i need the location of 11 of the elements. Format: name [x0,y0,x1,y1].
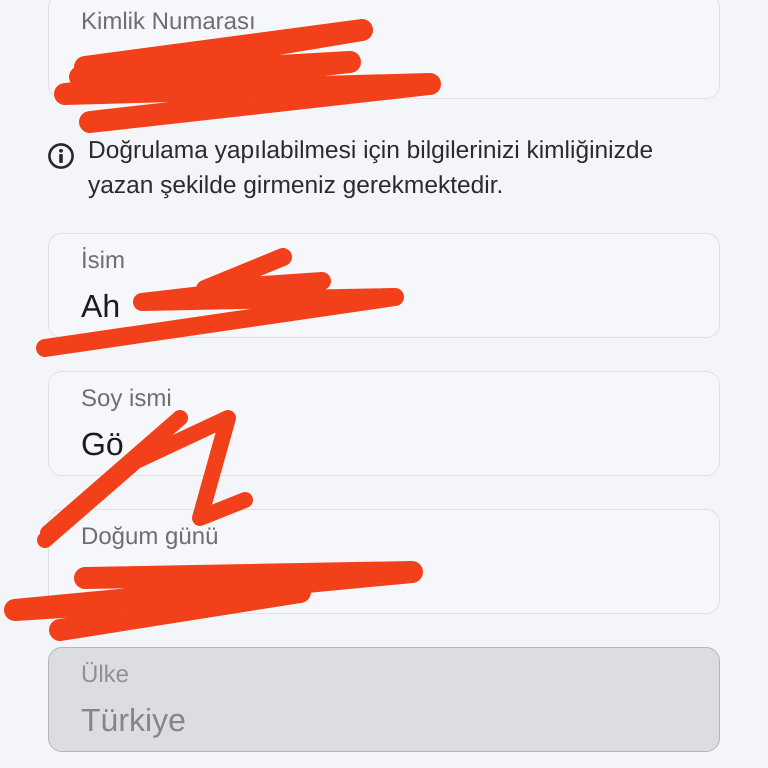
field-label: Soy ismi [81,385,172,413]
field-label: İsim [81,247,125,275]
field-value: Ah [81,287,120,325]
notice-text: Doğrulama yapılabilmesi için bilgilerinizi kimliğinizde yazan şekilde girmeniz gerekmektedir. [88,136,654,201]
text-field[interactable]: Soy ismi Gö [48,371,720,476]
field-label: Ülke [81,661,130,689]
info-icon [48,143,74,169]
field-label: Kimlik Numarası [81,8,256,36]
field-label: Doğum günü [81,523,218,551]
field-value: Gö [81,425,124,463]
field-value: Türkiye [81,701,186,739]
